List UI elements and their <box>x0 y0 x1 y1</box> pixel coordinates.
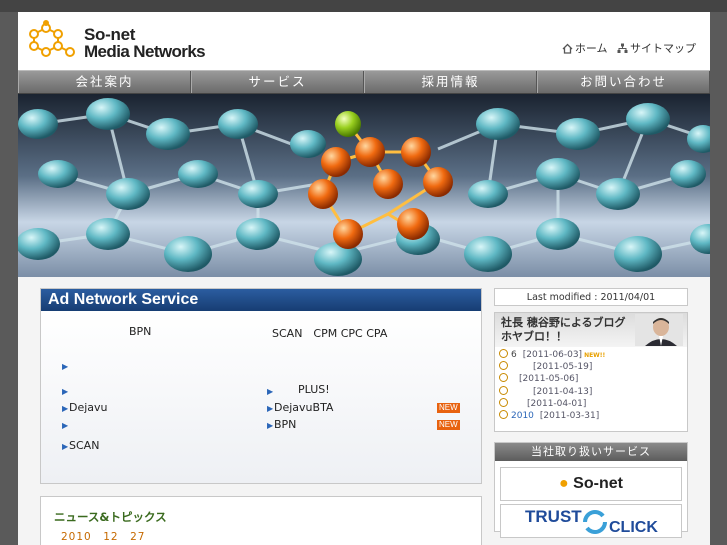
blog-item[interactable]: [2011-05-06] <box>495 373 687 385</box>
blog-item-date: [2011-03-31] <box>539 410 600 421</box>
sitemap-icon <box>617 43 628 53</box>
blog-new-badge: NEW!! <box>584 352 606 359</box>
new-badge: NEW <box>437 403 460 413</box>
bpn-label: BPN <box>129 325 152 338</box>
list-arrow-icon: ▶ <box>62 442 69 451</box>
nav-services[interactable]: サービス <box>191 71 364 93</box>
nav-contact[interactable]: お問い合わせ <box>537 71 710 93</box>
new-badge: NEW <box>437 420 460 430</box>
blog-item[interactable]: [2011-04-01] <box>495 397 687 410</box>
list-arrow-icon: ▶ <box>267 387 274 396</box>
sonet-banner[interactable]: ● So-net <box>500 467 682 501</box>
right-column: Last modified : 2011/04/01 社長 穂谷野によるブログ … <box>494 288 688 538</box>
trust-click-banner[interactable]: TRUST CLICK <box>500 504 682 538</box>
click-logo-text: CLICK <box>609 519 658 536</box>
blog-item-date: [2011-05-19] <box>533 362 593 373</box>
ceo-blog-panel: 社長 穂谷野によるブログ ホヤブロ！！ 6 [2011-06-03] NEW!! [… <box>494 312 688 432</box>
plus-link[interactable]: PLUS! <box>298 383 330 396</box>
blog-item-date: [2011-04-01] <box>527 398 587 409</box>
page-container: So-net Media Networks ホーム サイトマップ 会社案内 サー… <box>18 12 710 545</box>
site-logo[interactable]: So-net Media Networks <box>26 20 216 68</box>
bpn-link[interactable]: BPN <box>274 418 296 431</box>
home-link-label: ホーム <box>574 42 608 55</box>
list-arrow-icon: ▶ <box>62 387 69 396</box>
blog-item-date: [2011-04-13] <box>533 386 593 397</box>
left-column: Ad Network Service BPN SCAN CPM CPC CPA … <box>40 288 482 545</box>
nav-recruit[interactable]: 採用情報 <box>364 71 537 93</box>
services-title: 当社取り扱いサービス <box>495 443 687 461</box>
logo-line-2: Media Networks <box>84 42 206 61</box>
sitemap-link[interactable]: サイトマップ <box>617 40 696 56</box>
play-bullet-icon <box>499 397 508 407</box>
play-bullet-icon <box>499 385 508 395</box>
blog-item-date: [2011-06-03] <box>522 350 583 360</box>
blog-header[interactable]: 社長 穂谷野によるブログ ホヤブロ！！ <box>495 313 687 347</box>
scan-pricing-label: SCAN CPM CPC CPA <box>272 327 388 340</box>
blog-list: 6 [2011-06-03] NEW!! [2011-05-19] [2011-05… <box>495 349 687 422</box>
blog-title-line-2: ホヤブロ！！ <box>501 330 567 343</box>
play-bullet-icon <box>499 373 508 383</box>
list-arrow-icon: ▶ <box>267 421 274 430</box>
dejavubta-link[interactable]: DejavuBTA <box>274 401 333 414</box>
header-links: ホーム サイトマップ <box>556 40 696 57</box>
sonet-logo-text: So-net <box>573 475 623 492</box>
news-date: 2010 12 27 <box>61 531 146 543</box>
last-modified: Last modified : 2011/04/01 <box>494 288 688 306</box>
list-arrow-icon: ▶ <box>62 421 69 430</box>
ad-network-panel: Ad Network Service BPN SCAN CPM CPC CPA … <box>40 288 482 484</box>
blog-item-date: [2011-05-06] <box>519 374 579 385</box>
ad-network-title: Ad Network Service <box>41 289 481 311</box>
blog-item[interactable]: [2011-04-13] <box>495 385 687 398</box>
hero-banner <box>18 94 710 277</box>
ad-network-body: BPN SCAN CPM CPC CPA ▶ ▶ ▶ PLUS! ▶ Dejav… <box>41 311 481 483</box>
news-heading: ニュース&トピックス <box>54 510 167 524</box>
play-bullet-icon <box>499 361 508 371</box>
sitemap-link-label: サイトマップ <box>630 42 696 55</box>
ceo-portrait-image <box>635 314 683 346</box>
browser-top-strip <box>0 0 727 12</box>
arrow-cycle-icon <box>583 510 607 534</box>
services-panel: 当社取り扱いサービス ● So-net TRUST CLICK <box>494 442 688 538</box>
news-panel: ニュース&トピックス 2010 12 27 <box>40 496 482 545</box>
molecule-banner-image <box>18 94 710 277</box>
blog-item[interactable]: 2010 [2011-03-31] <box>495 409 687 422</box>
blog-title-line-1: 社長 穂谷野によるブログ <box>501 316 626 329</box>
main-nav: 会社案内 サービス 採用情報 お問い合わせ <box>18 70 710 94</box>
blog-item[interactable]: 6 [2011-06-03] NEW!! <box>495 349 687 361</box>
play-bullet-icon <box>499 409 508 419</box>
trust-logo-text: TRUST <box>525 507 582 526</box>
nav-company[interactable]: 会社案内 <box>18 71 191 93</box>
house-icon <box>562 43 573 54</box>
scan-link[interactable]: SCAN <box>69 439 99 452</box>
logo-line-1: So-net <box>84 25 136 44</box>
molecule-logo-icon <box>29 20 75 57</box>
dejavu-link[interactable]: Dejavu <box>69 401 108 414</box>
blog-item-prefix: 6 <box>511 350 517 360</box>
play-bullet-icon <box>499 349 508 358</box>
sonet-mark-icon: ● <box>559 475 569 492</box>
list-arrow-icon: ▶ <box>267 404 274 413</box>
list-arrow-icon: ▶ <box>62 362 69 371</box>
list-arrow-icon: ▶ <box>62 404 69 413</box>
home-link[interactable]: ホーム <box>562 40 608 56</box>
site-header: So-net Media Networks ホーム サイトマップ <box>18 12 710 70</box>
blog-item-prefix: 2010 <box>511 410 534 421</box>
blog-item[interactable]: [2011-05-19] <box>495 361 687 373</box>
